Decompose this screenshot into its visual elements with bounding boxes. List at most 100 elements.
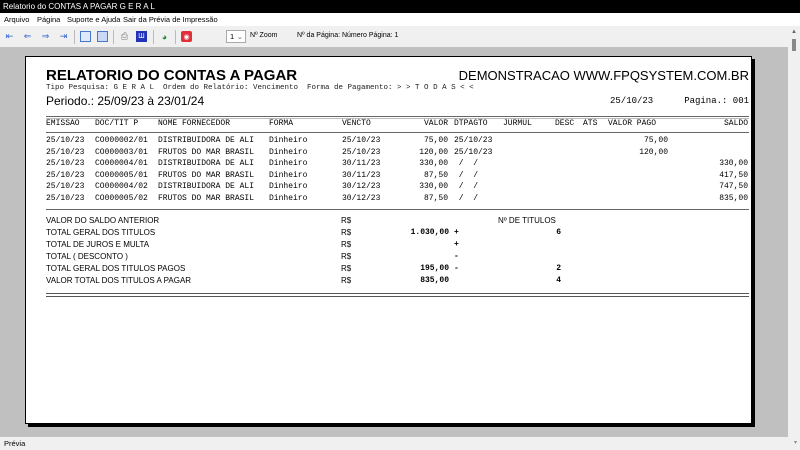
cell-nome: DISTRIBUIDORA DE ALI [158,182,255,192]
cell-saldo: 417,50 [719,170,748,180]
column-header: DTPAGTO [454,119,488,128]
summary-label: TOTAL GERAL DOS TITULOS PAGOS [46,264,186,273]
toolbar: ⇤ ⇐ ⇒ ⇥ ⎙ Ш ◕ ◉ 1 ⌄ Nº Zoom Nº da Página:… [0,27,800,47]
cell-vencto: 30/12/23 [342,194,381,203]
cell-dtpagto: / / [454,170,479,180]
vertical-scrollbar[interactable]: ▲ [788,27,800,437]
zoom-value: 1 [230,32,235,41]
summary-value: 835,00 [420,276,449,285]
scroll-up-icon[interactable]: ▲ [791,29,797,35]
summary-sign: - [454,252,459,261]
cell-saldo: 835,00 [719,194,748,203]
cell-dtpagto: / / [454,182,479,192]
cell-doc: CO000005/01 [95,170,148,180]
cell-vencto: 25/10/23 [342,147,381,157]
resize-grip-icon[interactable]: ▾ [794,437,797,450]
cell-valor: 330,00 [419,159,448,169]
print-icon[interactable]: ⎙ [119,31,130,42]
export-icon[interactable]: Ш [136,31,147,42]
summary-sign: + [454,228,459,237]
cell-nome: DISTRIBUIDORA DE ALI [158,159,255,169]
cell-pago: 75,00 [643,136,668,145]
column-header: VALOR [423,119,448,128]
cell-saldo: 330,00 [719,159,748,169]
close-preview-icon[interactable]: ◉ [181,31,192,42]
column-header: VALOR PAGO [608,119,657,128]
cell-emissao: 25/10/23 [46,194,85,203]
summary-count: 4 [556,276,561,285]
cell-forma: Dinheiro [269,159,308,169]
cell-valor: 75,00 [423,136,448,145]
cell-vencto: 30/11/23 [342,159,381,169]
zoom-label: Nº Zoom [250,32,278,39]
summary-sign: + [454,240,459,249]
menu-suporte[interactable]: Suporte e Ajuda [67,13,120,26]
zoom-select[interactable]: 1 ⌄ [226,30,246,43]
report-date: 25/10/23 [610,96,654,106]
chevron-down-icon: ⌄ [236,32,243,41]
cell-forma: Dinheiro [269,194,308,203]
cell-valor: 120,00 [419,147,448,157]
summary-currency: R$ [341,216,352,225]
cell-emissao: 25/10/23 [46,182,85,192]
summary-label: TOTAL DE JUROS E MULTA [46,240,150,249]
column-header: JURMUL [503,119,532,128]
company-name: DEMONSTRACAO WWW.FPQSYSTEM.COM.BR [458,68,749,83]
report-page-number: Pagina.: 001 [684,96,749,106]
web-icon[interactable]: ◕ [159,31,170,42]
cell-nome: FRUTOS DO MAR BRASIL [158,147,255,157]
summary-sign: - [454,264,459,273]
column-header: SALDO [723,119,748,128]
menu-bar: Arquivo Página Suporte e Ajuda Sair da P… [0,13,800,26]
report-page: RELATORIO DO CONTAS A PAGAR DEMONSTRACAO… [25,56,752,424]
cell-pago: 120,00 [639,147,668,157]
cell-valor: 87,50 [423,170,448,180]
cell-dtpagto: / / [454,194,479,203]
menu-sair-previa[interactable]: Sair da Prévia de Impressão [123,13,218,26]
summary-value: 1.030,00 [410,228,449,237]
cell-emissao: 25/10/23 [46,159,85,169]
cell-doc: CO000004/01 [95,159,148,169]
cell-dtpagto: / / [454,159,479,169]
report-period: Periodo.: 25/09/23 à 23/01/24 [46,94,205,108]
summary-currency: R$ [341,264,352,273]
scroll-thumb[interactable] [792,39,796,51]
cell-dtpagto: 25/10/23 [454,136,493,145]
single-page-icon[interactable] [80,31,91,42]
summary-value: 195,00 [420,264,449,273]
cell-emissao: 25/10/23 [46,147,85,157]
summary-currency: R$ [341,276,352,285]
menu-pagina[interactable]: Página [37,13,60,26]
cell-valor: 87,50 [423,194,448,203]
report-filters: Tipo Pesquisa: G E R A L Ordem do Relató… [46,84,474,92]
cell-vencto: 30/11/23 [342,170,381,180]
titles-count-header: Nº DE TITULOS [498,216,556,225]
status-bar: Prévia ▾ [0,437,800,450]
cell-saldo: 747,50 [719,182,748,192]
summary-currency: R$ [341,252,352,261]
two-pages-icon[interactable] [97,31,108,42]
summary-label: VALOR DO SALDO ANTERIOR [46,216,160,225]
next-page-icon[interactable]: ⇒ [40,31,51,42]
column-header: EMISSAO [46,119,80,128]
summary-currency: R$ [341,240,352,249]
first-page-icon[interactable]: ⇤ [4,31,15,42]
cell-nome: FRUTOS DO MAR BRASIL [158,194,255,203]
menu-arquivo[interactable]: Arquivo [4,13,29,26]
cell-forma: Dinheiro [269,136,308,145]
column-header: ATS [583,119,598,128]
cell-doc: CO000003/01 [95,147,148,157]
prev-page-icon[interactable]: ⇐ [22,31,33,42]
window-title: Relatorio do CONTAS A PAGAR G E R A L [0,0,800,13]
cell-nome: FRUTOS DO MAR BRASIL [158,170,255,180]
cell-forma: Dinheiro [269,147,308,157]
column-header: NOME FORNECEDOR [158,119,231,128]
page-number-label: Nº da Página: Número Página: 1 [297,32,399,39]
summary-label: TOTAL GERAL DOS TITULOS [46,228,156,237]
cell-vencto: 25/10/23 [342,136,381,145]
last-page-icon[interactable]: ⇥ [58,31,69,42]
column-header: VENCTO [342,119,371,128]
summary-count: 6 [556,228,561,237]
cell-doc: CO000005/02 [95,194,148,203]
cell-doc: CO000002/01 [95,136,148,145]
